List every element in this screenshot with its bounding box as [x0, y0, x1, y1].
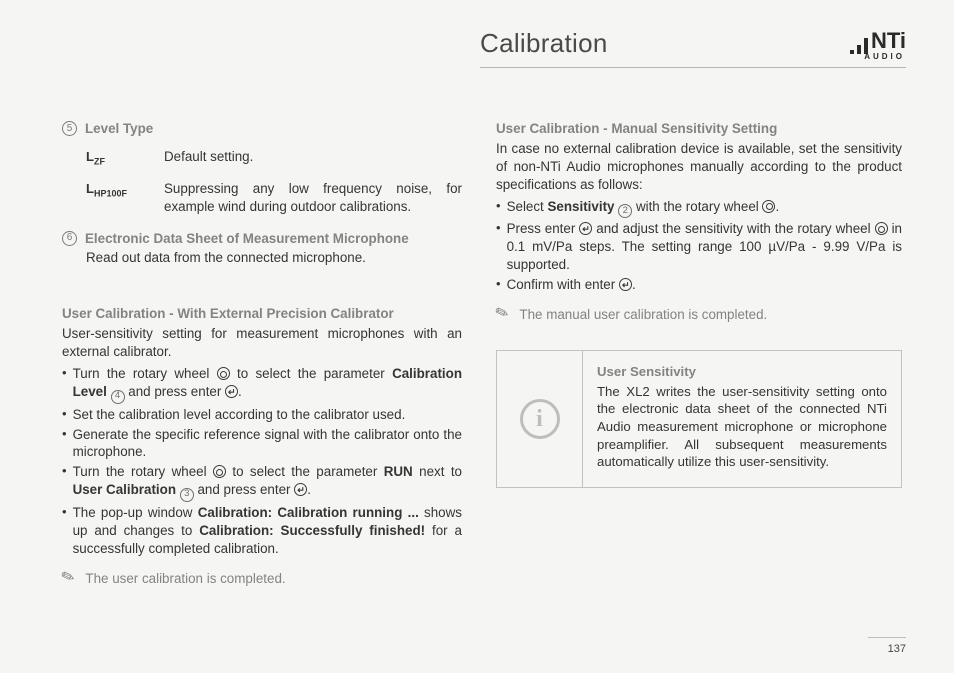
lhp-pre: L: [86, 181, 94, 196]
manual-cal-intro: In case no external calibration device i…: [496, 140, 902, 194]
document-page: Calibration NTi AUDIO 5 Level Type LZF D…: [0, 0, 954, 673]
rotary-wheel-icon: [875, 222, 888, 235]
ext-cal-done: ✎ The user calibration is completed.: [62, 570, 462, 588]
row-lzf: LZF Default setting.: [86, 148, 462, 168]
manual-cal-steps: Select Sensitivity 2 with the rotary whe…: [496, 198, 902, 294]
left-column: 5 Level Type LZF Default setting. LHP100…: [62, 120, 462, 588]
circled-number-5: 5: [62, 121, 77, 136]
lzf-sub: ZF: [94, 157, 105, 167]
content-columns: 5 Level Type LZF Default setting. LHP100…: [62, 120, 906, 588]
info-body: The XL2 writes the user-sensitivity sett…: [597, 383, 887, 471]
ext-step-3: Generate the specific reference signal w…: [62, 426, 462, 462]
text-lzf: Default setting.: [164, 148, 462, 166]
lzf-pre: L: [86, 149, 94, 164]
circled-number-4: 4: [111, 390, 125, 404]
circled-number-2: 2: [618, 204, 632, 218]
ext-cal-intro: User-sensitivity setting for measurement…: [62, 325, 462, 361]
manual-cal-heading: User Calibration - Manual Sensitivity Se…: [496, 120, 902, 138]
row-lhp100f: LHP100F Suppressing any low frequency no…: [86, 180, 462, 216]
page-title: Calibration: [480, 28, 608, 59]
ext-step-4: Turn the rotary wheel to select the para…: [62, 463, 462, 501]
ext-step-1: Turn the rotary wheel to select the para…: [62, 365, 462, 403]
rotary-wheel-icon: [217, 367, 230, 380]
enter-icon: [294, 483, 307, 496]
item-5-title: Level Type: [85, 120, 153, 138]
circled-number-6: 6: [62, 231, 77, 246]
man-step-3: Confirm with enter .: [496, 276, 902, 294]
ext-cal-done-text: The user calibration is completed.: [85, 570, 285, 588]
brand-subtext: AUDIO: [864, 52, 905, 61]
item-6-title: Electronic Data Sheet of Measurement Mic…: [85, 230, 409, 248]
header-divider: [480, 67, 906, 68]
item-6-heading: 6 Electronic Data Sheet of Measurement M…: [62, 230, 462, 248]
man-step-1: Select Sensitivity 2 with the rotary whe…: [496, 198, 902, 218]
page-header: Calibration NTi AUDIO: [62, 28, 906, 61]
info-icon: i: [520, 399, 560, 439]
ext-step-2: Set the calibration level according to t…: [62, 406, 462, 424]
info-heading: User Sensitivity: [597, 363, 887, 381]
info-icon-cell: i: [497, 351, 583, 487]
level-type-table: LZF Default setting. LHP100F Suppressing…: [86, 148, 462, 216]
hand-icon: ✎: [493, 304, 512, 325]
label-lzf: LZF: [86, 148, 148, 168]
page-number: 137: [888, 643, 906, 655]
brand-text: NTi: [871, 28, 906, 54]
brand-logo: NTi AUDIO: [850, 28, 906, 61]
man-step-2: Press enter and adjust the sensitivity w…: [496, 220, 902, 274]
ext-cal-heading: User Calibration - With External Precisi…: [62, 305, 462, 323]
rotary-wheel-icon: [762, 200, 775, 213]
info-content: User Sensitivity The XL2 writes the user…: [583, 351, 901, 487]
rotary-wheel-icon: [213, 465, 226, 478]
text-lhp100f: Suppressing any low frequency noise, for…: [164, 180, 462, 216]
manual-cal-done-text: The manual user calibration is completed…: [519, 306, 767, 324]
label-lhp100f: LHP100F: [86, 180, 148, 200]
brand-name: NTi: [850, 28, 906, 54]
right-column: User Calibration - Manual Sensitivity Se…: [496, 120, 902, 588]
lhp-sub: HP100F: [94, 188, 127, 198]
circled-number-3: 3: [180, 488, 194, 502]
ext-cal-steps: Turn the rotary wheel to select the para…: [62, 365, 462, 557]
enter-icon: [579, 222, 592, 235]
ext-step-5: The pop-up window Calibration: Calibrati…: [62, 504, 462, 558]
enter-icon: [225, 385, 238, 398]
manual-cal-done: ✎ The manual user calibration is complet…: [496, 306, 902, 324]
info-box: i User Sensitivity The XL2 writes the us…: [496, 350, 902, 488]
hand-icon: ✎: [59, 568, 78, 589]
enter-icon: [619, 278, 632, 291]
item-6-text: Read out data from the connected microph…: [86, 249, 462, 267]
item-5-heading: 5 Level Type: [62, 120, 462, 138]
